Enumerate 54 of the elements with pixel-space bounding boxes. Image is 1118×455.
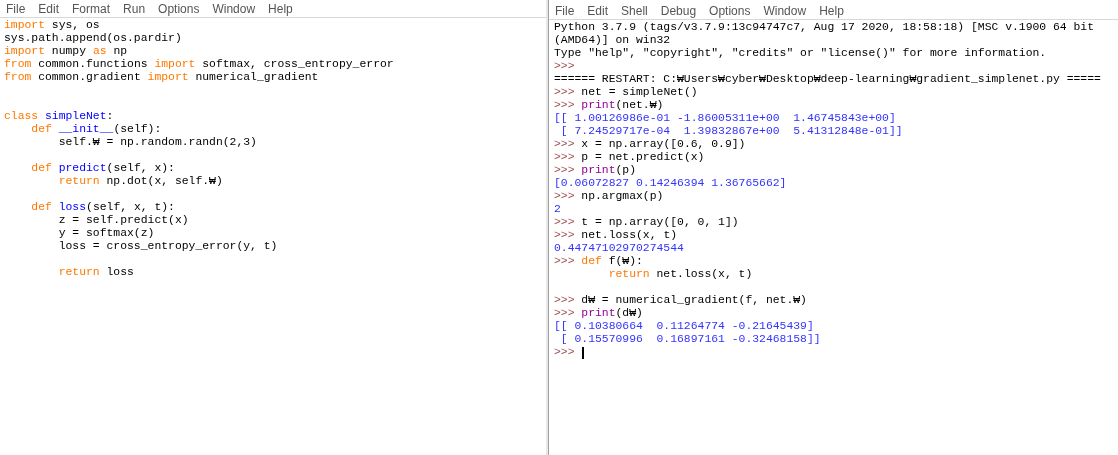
code-line: [[ 0.10380664 0.11264774 -0.21645439] — [554, 320, 814, 333]
code-line: import numpy as np — [4, 45, 128, 58]
code-line: >>> d₩ = numerical_gradient(f, net.₩) — [554, 294, 807, 307]
menu-item[interactable]: Options — [158, 0, 200, 18]
menu-item[interactable]: Edit — [587, 1, 609, 20]
code-line: return net.loss(x, t) — [607, 268, 753, 281]
code-line: self.₩ = np.random.randn(2,3) — [57, 136, 257, 149]
code-line: import sys, os — [4, 19, 100, 32]
code-line: >>> — [554, 346, 575, 359]
code-line: from common.functions import softmax, cross_entropy_error — [4, 58, 394, 71]
code-line: return loss — [57, 266, 134, 279]
menu-item[interactable]: Format — [72, 0, 111, 18]
menu-item[interactable]: Window — [763, 1, 807, 20]
menu-item[interactable]: File — [6, 0, 26, 18]
menu-item[interactable]: Shell — [621, 1, 648, 20]
code-line: >>> print(net.₩) — [554, 99, 664, 112]
code-line: >>> t = np.array([0, 0, 1]) — [554, 216, 739, 229]
code-line: >>> net.loss(x, t) — [554, 229, 678, 242]
code-line: ====== RESTART: C:₩Users₩cyber₩Desktop₩deep-learning₩gradient_simplenet.py ===== — [554, 73, 1101, 86]
code-line: from common.gradient import numerical_gradient — [4, 71, 319, 84]
code-line: >>> def f(₩): — [554, 255, 643, 268]
code-line: >>> x = np.array([0.6, 0.9]) — [554, 138, 746, 151]
code-line: >>> print(d₩) — [554, 307, 643, 320]
menu-item[interactable]: Window — [212, 0, 256, 18]
code-line: loss = cross_entropy_error(y, t) — [57, 240, 278, 253]
menu-item[interactable]: Run — [123, 0, 146, 18]
menu-item[interactable]: Help — [268, 0, 293, 18]
code-line: >>> net = simpleNet() — [554, 86, 698, 99]
code-line: def __init__(self): — [30, 123, 162, 136]
code-line: class simpleNet: — [4, 110, 114, 123]
code-line: >>> p = net.predict(x) — [554, 151, 705, 164]
code-line: >>> print(p) — [554, 164, 637, 177]
code-line: [ 0.15570996 0.16897161 -0.32468158]] — [559, 333, 821, 346]
code-line: [0.06072827 0.14246394 1.36765662] — [554, 177, 787, 190]
code-line: def loss(self, x, t): — [30, 201, 175, 214]
code-line: (AMD64)] on win32 — [554, 34, 671, 47]
menu-item[interactable]: Options — [709, 1, 751, 20]
menu-item[interactable]: Debug — [660, 1, 697, 20]
code-line: [[ 1.00126986e-01 -1.86005311e+00 1.46745843e+00] — [554, 112, 896, 125]
code-line: Type "help", "copyright", "credits" or "license()" for more information. — [554, 47, 1047, 60]
menu-item[interactable]: Help — [819, 1, 844, 20]
code-line: sys.path.append(os.pardir) — [4, 32, 182, 45]
code-line: z = self.predict(x) — [57, 214, 189, 227]
code-line: [ 7.24529717e-04 1.39832867e+00 5.41312848e-01]] — [559, 125, 903, 138]
code-line: >>> — [554, 60, 575, 73]
code-line: 2 — [554, 203, 561, 216]
code-line: def predict(self, x): — [30, 162, 175, 175]
code-line: Python 3.7.9 (tags/v3.7.9:13c94747c7, Aug 17 2020, 18:58:18) [MSC v.1900 64 bit — [554, 21, 1094, 34]
code-line: 0.44747102970274544 — [554, 242, 684, 255]
code-line: return np.dot(x, self.₩) — [57, 175, 223, 188]
code-line: y = softmax(z) — [57, 227, 155, 240]
code-line: >>> np.argmax(p) — [554, 190, 664, 203]
menu-item[interactable]: Edit — [38, 0, 60, 18]
menu-item[interactable]: File — [555, 1, 575, 20]
